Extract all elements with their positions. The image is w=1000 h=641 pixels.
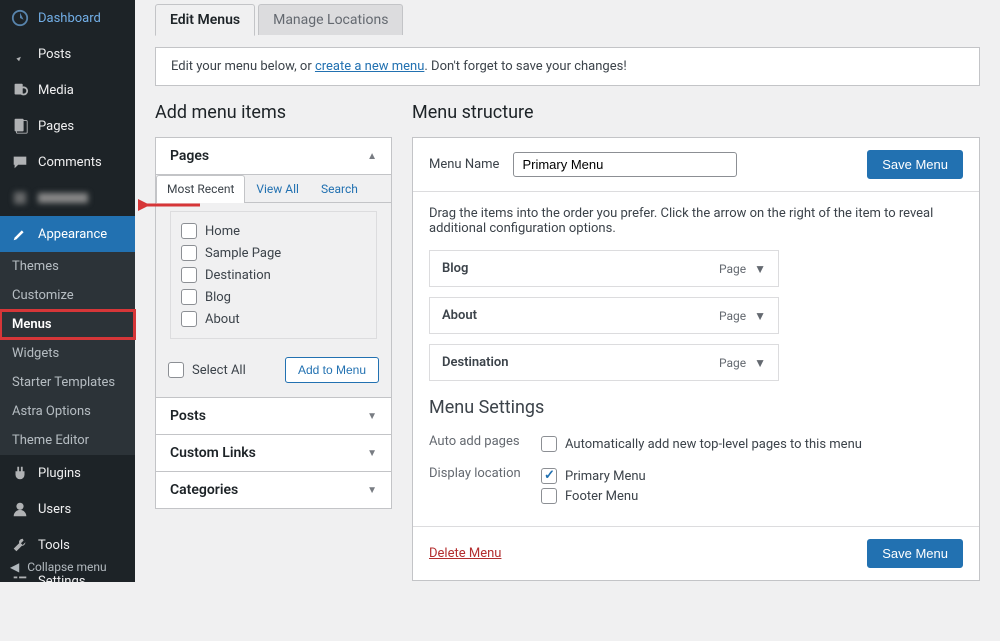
chevron-down-icon: ▼ <box>754 309 766 323</box>
add-menu-items-column: Add menu items Pages▲ Most Recent View A… <box>155 102 392 581</box>
sidebar-item-appearance[interactable]: Appearance <box>0 216 135 252</box>
tab-view-all[interactable]: View All <box>245 175 310 202</box>
sidebar-submenu: Themes Customize Menus Widgets Starter T… <box>0 252 135 455</box>
pages-checklist: Home Sample Page Destination Blog About <box>170 211 377 339</box>
notice-banner: Edit your menu below, or create a new me… <box>155 47 980 86</box>
submenu-item-customize[interactable]: Customize <box>0 281 135 310</box>
collapse-menu-button[interactable]: ◀Collapse menu <box>0 552 135 582</box>
instructions-text: Drag the items into the order you prefer… <box>429 206 963 236</box>
accordion-categories-header[interactable]: Categories▼ <box>156 472 391 508</box>
sidebar-item-label: Dashboard <box>38 11 101 26</box>
chevron-down-icon: ▼ <box>367 448 377 459</box>
plug-icon <box>10 463 30 483</box>
sidebar-item-dashboard[interactable]: Dashboard <box>0 0 135 36</box>
gutenberg-icon <box>10 613 30 633</box>
accordion-posts-header[interactable]: Posts▼ <box>156 398 391 434</box>
accordion-pages-header[interactable]: Pages▲ <box>156 138 391 174</box>
user-icon <box>10 499 30 519</box>
checkbox-auto-add-pages[interactable] <box>541 436 557 452</box>
create-new-menu-link[interactable]: create a new menu <box>315 59 424 74</box>
accordion-categories: Categories▼ <box>155 472 392 509</box>
sidebar-item-label: Media <box>38 83 74 98</box>
submenu-item-starter-templates[interactable]: Starter Templates <box>0 368 135 397</box>
menu-item-about[interactable]: AboutPage▼ <box>429 297 779 334</box>
sidebar-item-posts[interactable]: Posts <box>0 36 135 72</box>
sidebar-item-label: Users <box>38 502 71 517</box>
chevron-down-icon: ▼ <box>367 485 377 496</box>
menu-item-destination[interactable]: DestinationPage▼ <box>429 344 779 381</box>
sidebar-item-label: Pages <box>38 119 74 134</box>
delete-menu-link[interactable]: Delete Menu <box>429 546 501 561</box>
checkbox-page-about[interactable] <box>181 311 197 327</box>
add-to-menu-button[interactable]: Add to Menu <box>285 357 379 383</box>
accordion-pages: Pages▲ Most Recent View All Search Home … <box>155 137 392 398</box>
save-menu-bottom-button[interactable]: Save Menu <box>867 539 963 568</box>
dashboard-icon <box>10 8 30 28</box>
chevron-up-icon: ▲ <box>367 151 377 162</box>
checkbox-page-destination[interactable] <box>181 267 197 283</box>
add-menu-items-title: Add menu items <box>155 102 392 123</box>
submenu-item-theme-editor[interactable]: Theme Editor <box>0 426 135 455</box>
sidebar-item-label: Appearance <box>38 227 107 242</box>
sidebar-item-label: Plugins <box>38 466 81 481</box>
checkbox-select-all[interactable] <box>168 362 184 378</box>
submenu-item-themes[interactable]: Themes <box>0 252 135 281</box>
chevron-down-icon: ▼ <box>367 411 377 422</box>
tab-most-recent[interactable]: Most Recent <box>156 175 245 203</box>
sidebar-item-label: Posts <box>38 47 71 62</box>
checkbox-location-footer[interactable] <box>541 488 557 504</box>
menu-panel: Menu Name Save Menu Drag the items into … <box>412 137 980 581</box>
auto-add-pages-label: Auto add pages <box>429 434 541 449</box>
checkbox-location-primary[interactable] <box>541 468 557 484</box>
sidebar-item-gutenberg[interactable]: Gutenberg <box>0 605 135 641</box>
checkbox-page-home[interactable] <box>181 223 197 239</box>
menu-name-input[interactable] <box>513 152 737 177</box>
tab-edit-menus[interactable]: Edit Menus <box>155 4 255 36</box>
chevron-down-icon: ▼ <box>754 262 766 276</box>
brush-icon <box>10 224 30 244</box>
sidebar-item-plugins[interactable]: Plugins <box>0 455 135 491</box>
collapse-icon: ◀ <box>10 560 19 574</box>
tab-manage-locations[interactable]: Manage Locations <box>258 4 403 35</box>
chevron-down-icon: ▼ <box>754 356 766 370</box>
sidebar-item-label <box>38 193 88 203</box>
menu-settings-title: Menu Settings <box>429 397 963 418</box>
submenu-item-widgets[interactable]: Widgets <box>0 339 135 368</box>
sidebar-item-label: Tools <box>38 538 70 553</box>
sidebar-item-label: Gutenberg <box>38 616 98 631</box>
menu-item-blog[interactable]: BlogPage▼ <box>429 250 779 287</box>
page-icon <box>10 116 30 136</box>
pages-filter-tabs: Most Recent View All Search <box>156 175 391 203</box>
comment-icon <box>10 152 30 172</box>
blank-icon <box>10 188 30 208</box>
sidebar-item-label: Comments <box>38 155 102 170</box>
save-menu-top-button[interactable]: Save Menu <box>867 150 963 179</box>
accordion-custom-links: Custom Links▼ <box>155 435 392 472</box>
submenu-item-menus[interactable]: Menus <box>0 310 135 339</box>
sidebar-item-redacted[interactable] <box>0 180 135 216</box>
accordion-posts: Posts▼ <box>155 398 392 435</box>
sidebar-item-comments[interactable]: Comments <box>0 144 135 180</box>
checkbox-page-sample[interactable] <box>181 245 197 261</box>
nav-tabs: Edit Menus Manage Locations <box>155 4 980 35</box>
sidebar-item-users[interactable]: Users <box>0 491 135 527</box>
display-location-label: Display location <box>429 466 541 481</box>
menu-structure-title: Menu structure <box>412 102 980 123</box>
menu-structure-column: Menu structure Menu Name Save Menu Drag … <box>412 102 980 581</box>
tab-search[interactable]: Search <box>310 175 369 202</box>
sidebar-item-media[interactable]: Media <box>0 72 135 108</box>
checkbox-page-blog[interactable] <box>181 289 197 305</box>
submenu-item-astra-options[interactable]: Astra Options <box>0 397 135 426</box>
sidebar-item-pages[interactable]: Pages <box>0 108 135 144</box>
pin-icon <box>10 44 30 64</box>
menu-name-label: Menu Name <box>429 157 499 172</box>
media-icon <box>10 80 30 100</box>
main-content: Edit Menus Manage Locations Edit your me… <box>135 0 1000 582</box>
accordion-custom-links-header[interactable]: Custom Links▼ <box>156 435 391 471</box>
admin-sidebar: Dashboard Posts Media Pages Comments App… <box>0 0 135 582</box>
